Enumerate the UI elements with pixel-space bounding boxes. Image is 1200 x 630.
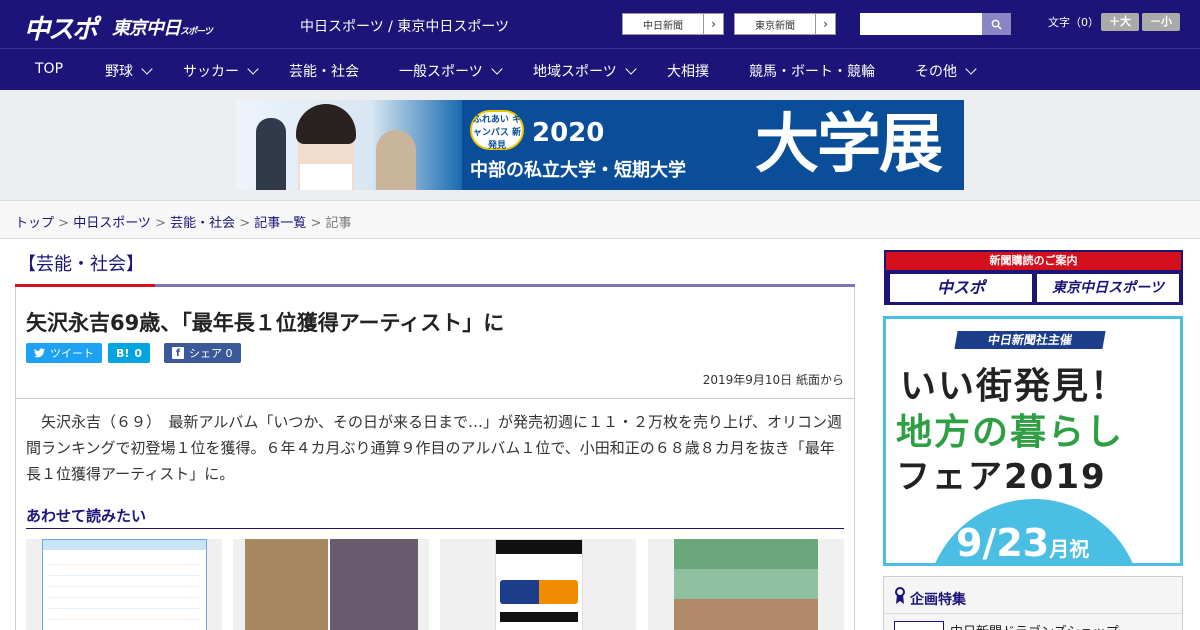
chunichi-shimbun-link[interactable]: 中日新聞 › bbox=[622, 13, 724, 35]
related-thumb-1[interactable] bbox=[26, 539, 222, 630]
related-thumb-2[interactable] bbox=[233, 539, 429, 630]
site-title: 中日スポーツ / 東京中日スポーツ bbox=[300, 19, 510, 35]
local-living-fair-ad[interactable]: 中日新聞社主催 いい街発見！ 地方の暮らし フェア2019 9/23月祝 bbox=[883, 316, 1183, 566]
subscription-box[interactable]: 新聞購読のご案内 中スポ 東京中日スポーツ bbox=[884, 250, 1183, 305]
nav-label: 大相撲 bbox=[667, 64, 709, 80]
fair-date: 9/23月祝 bbox=[956, 521, 1090, 565]
facebook-share-button[interactable]: f シェア 0 bbox=[164, 343, 241, 363]
breadcrumb-bar: トップ > 中日スポーツ > 芸能・社会 > 記事一覧 > 記事 bbox=[0, 200, 1200, 239]
hatena-icon: B! bbox=[116, 346, 130, 360]
tweet-button[interactable]: ツイート bbox=[26, 343, 102, 363]
nav-label: 芸能・社会 bbox=[289, 64, 359, 80]
hatena-bookmark-button[interactable]: B! 0 bbox=[108, 343, 151, 363]
related-thumb-3[interactable] bbox=[440, 539, 636, 630]
fair-organizer: 中日新聞社主催 bbox=[954, 331, 1106, 349]
chevron-down-icon bbox=[247, 63, 259, 75]
related-heading: あわせて読みたい bbox=[26, 507, 147, 525]
nav-item-general-sports[interactable]: 一般スポーツ bbox=[399, 61, 503, 81]
campus-badge: ふれあい キャンパス 新発見 bbox=[470, 110, 524, 151]
breadcrumb-link-top[interactable]: トップ bbox=[15, 216, 54, 231]
features-box: 企画特集 中日新聞ドラゴンズショップ bbox=[883, 576, 1183, 630]
chevron-down-icon bbox=[965, 63, 977, 75]
fair-line-1: いい街発見！ bbox=[900, 366, 1129, 407]
chuspo-subscribe-logo[interactable]: 中スポ bbox=[890, 274, 1032, 302]
fair-date-value: 9/23 bbox=[956, 521, 1050, 565]
nav-label: 競馬・ボート・競輪 bbox=[749, 64, 875, 80]
breadcrumb-link-entertainment[interactable]: 芸能・社会 bbox=[170, 216, 235, 231]
students-photo bbox=[236, 100, 462, 190]
banner-subtitle: 中部の私立大学・短期大学 bbox=[470, 160, 686, 181]
font-size-label: 文字（0） bbox=[1048, 16, 1099, 29]
tokyo-shimbun-label: 東京新聞 bbox=[755, 20, 795, 32]
chevron-down-icon bbox=[141, 63, 153, 75]
thumbnail-image bbox=[245, 539, 418, 630]
university-fair-ad-banner[interactable]: ふれあい キャンパス 新発見 2020 中部の私立大学・短期大学 大学展 bbox=[236, 100, 964, 190]
nav-label: 野球 bbox=[105, 64, 133, 80]
nav-item-other[interactable]: その他 bbox=[915, 61, 977, 81]
tokyo-logo-text: 東京中日 bbox=[112, 18, 181, 39]
chuspo-logo[interactable]: 中スポ bbox=[24, 9, 98, 46]
features-heading: 企画特集 bbox=[910, 592, 966, 608]
related-divider bbox=[26, 528, 844, 529]
thumbnail-image bbox=[495, 539, 583, 630]
chevron-down-icon bbox=[625, 63, 637, 75]
site-header: 中スポ 東京中日スポーツ 中日スポーツ / 東京中日スポーツ 中日新聞 › 東京… bbox=[0, 0, 1200, 48]
nav-label: サッカー bbox=[183, 64, 239, 80]
facebook-share-label: シェア 0 bbox=[189, 347, 233, 360]
nav-item-local-sports[interactable]: 地域スポーツ bbox=[533, 61, 637, 81]
article-body: 矢沢永吉（６９） 最新アルバム「いつか、その日が来る日まで…」が発売初週に１１・… bbox=[15, 399, 855, 630]
twitter-bird-icon bbox=[34, 348, 45, 358]
banner-text-block: ふれあい キャンパス 新発見 2020 中部の私立大学・短期大学 bbox=[462, 100, 732, 190]
main-nav: TOP 野球 サッカー 芸能・社会 一般スポーツ 地域スポーツ 大相撲 競馬・ボ… bbox=[0, 48, 1200, 90]
nav-label: TOP bbox=[35, 61, 64, 77]
search-icon bbox=[991, 19, 1002, 30]
features-item-dragons-shop[interactable]: 中日新聞ドラゴンズショップ bbox=[950, 621, 1119, 630]
fair-line-3: フェア2019 bbox=[896, 457, 1107, 497]
chevron-right-icon: › bbox=[815, 14, 835, 34]
nav-item-entertainment[interactable]: 芸能・社会 bbox=[289, 61, 359, 81]
chunichi-shimbun-label: 中日新聞 bbox=[643, 20, 683, 32]
subscription-label: 新聞購読のご案内 bbox=[886, 252, 1181, 270]
nav-item-baseball[interactable]: 野球 bbox=[105, 61, 153, 81]
article-headline: 矢沢永吉69歳、「最年長１位獲得アーティスト」に bbox=[26, 311, 505, 335]
tweet-label: ツイート bbox=[50, 347, 94, 360]
font-larger-button[interactable]: ＋大 bbox=[1101, 13, 1139, 31]
tokyo-chunichi-subscribe-logo[interactable]: 東京中日スポーツ bbox=[1037, 274, 1179, 302]
chevron-down-icon bbox=[491, 63, 503, 75]
thumbnail-image bbox=[674, 539, 818, 630]
hatena-count: 0 bbox=[134, 346, 143, 360]
nav-item-soccer[interactable]: サッカー bbox=[183, 61, 259, 81]
chevron-right-icon: › bbox=[703, 14, 723, 34]
nav-label: 地域スポーツ bbox=[533, 64, 617, 80]
search-input[interactable] bbox=[860, 13, 982, 35]
thumbnail-image bbox=[42, 539, 207, 630]
nav-label: その他 bbox=[915, 64, 957, 80]
nav-item-racing[interactable]: 競馬・ボート・競輪 bbox=[749, 61, 875, 81]
ad-area: ふれあい キャンパス 新発見 2020 中部の私立大学・短期大学 大学展 bbox=[0, 90, 1200, 200]
fair-line-2: 地方の暮らし bbox=[896, 412, 1125, 453]
nav-item-top[interactable]: TOP bbox=[35, 61, 63, 77]
facebook-icon: f bbox=[172, 347, 184, 359]
nav-item-sumo[interactable]: 大相撲 bbox=[667, 61, 709, 81]
tokyo-logo-small: スポーツ bbox=[180, 27, 213, 37]
breadcrumb: トップ > 中日スポーツ > 芸能・社会 > 記事一覧 > 記事 bbox=[15, 216, 352, 231]
search-button[interactable] bbox=[982, 13, 1011, 35]
breadcrumb-link-article-list[interactable]: 記事一覧 bbox=[254, 216, 306, 231]
breadcrumb-current: 記事 bbox=[325, 216, 352, 231]
font-smaller-button[interactable]: －小 bbox=[1142, 13, 1180, 31]
article-header: 矢沢永吉69歳、「最年長１位獲得アーティスト」に ツイート B! 0 f シェア… bbox=[15, 287, 855, 399]
article-dateline: 2019年9月10日 紙面から bbox=[702, 373, 844, 387]
related-thumb-4[interactable] bbox=[648, 539, 844, 630]
dragons-shop-thumb bbox=[894, 621, 944, 630]
article-body-text: 矢沢永吉（６９） 最新アルバム「いつか、その日が来る日まで…」が発売初週に１１・… bbox=[26, 413, 843, 483]
banner-headline: 大学展 bbox=[755, 108, 943, 182]
breadcrumb-link-chunichi-sports[interactable]: 中日スポーツ bbox=[73, 216, 151, 231]
tokyo-shimbun-link[interactable]: 東京新聞 › bbox=[734, 13, 836, 35]
banner-year: 2020 bbox=[532, 118, 605, 148]
category-heading: 【芸能・社会】 bbox=[18, 254, 144, 275]
tokyo-chunichi-logo[interactable]: 東京中日スポーツ bbox=[112, 14, 213, 40]
ribbon-icon bbox=[895, 587, 905, 604]
fair-date-suffix: 月祝 bbox=[1049, 537, 1090, 561]
nav-label: 一般スポーツ bbox=[399, 64, 483, 80]
